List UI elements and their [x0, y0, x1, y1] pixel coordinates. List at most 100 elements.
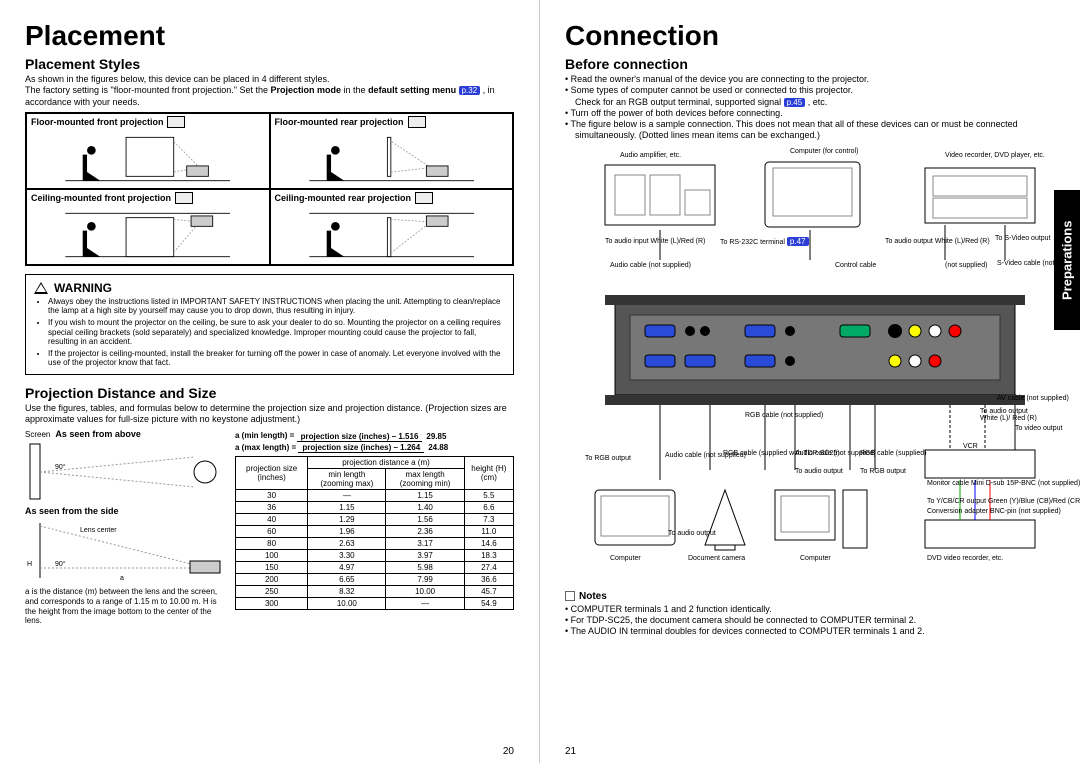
notes-title: Notes: [579, 591, 607, 602]
dl-compctrl: Computer (for control): [790, 148, 858, 156]
dl-toaudio2: To audio output: [795, 468, 843, 476]
projection-table: projection size (inches) projection dist…: [235, 456, 514, 610]
connection-svg: [565, 150, 1055, 585]
styles-p2: The factory setting is "floor-mounted fr…: [25, 85, 514, 108]
formula-min-lhs: a (min length) =: [235, 431, 294, 440]
dl-dvdvcr: DVD video recorder, etc.: [927, 555, 1003, 563]
side-tab-preparations: Preparations: [1054, 190, 1080, 330]
table-row: 2006.657.9936.6: [236, 574, 514, 586]
placement-quadrants: Floor-mounted front projection Floor-mou…: [25, 112, 514, 266]
th-max: max length (zooming min): [386, 469, 464, 490]
table-cell: 45.7: [464, 586, 513, 598]
table-cell: 1.15: [386, 490, 464, 502]
table-cell: 10.00: [308, 598, 386, 610]
table-cell: 3.30: [308, 550, 386, 562]
dl-moncable: Monitor cable Mini D-sub 15P-BNC (not su…: [927, 480, 1080, 488]
ref-p45: p.45: [784, 98, 806, 107]
quad-floor-front: Floor-mounted front projection: [26, 113, 270, 189]
table-cell: 200: [236, 574, 308, 586]
dl-rs232: To RS-232C terminal p.47: [720, 238, 809, 247]
view-above-label: As seen from above: [55, 429, 141, 439]
formula-min-num: projection size (inches) – 1.516: [297, 432, 423, 442]
table-row: 30—1.155.5: [236, 490, 514, 502]
dl-doccam: Document camera: [688, 555, 745, 563]
distance-h2: Projection Distance and Size: [25, 385, 514, 401]
dl-comp1: Computer: [610, 555, 641, 563]
table-row: 30010.00—54.9: [236, 598, 514, 610]
before-item-t: Some types of computer cannot be used or…: [571, 85, 853, 95]
quad-ceiling-rear: Ceiling-mounted rear projection: [270, 189, 514, 265]
formula-max: a (max length) = projection size (inches…: [235, 443, 514, 452]
before-item: The figure below is a sample connection.…: [565, 119, 1055, 142]
warning-list: Always obey the instructions listed in I…: [48, 297, 505, 368]
quad-fr-svg: [277, 133, 506, 185]
formula-max-den: 24.88: [424, 443, 452, 452]
ref-p32: p.32: [459, 86, 481, 95]
dl-torgb1: To RGB output: [585, 455, 631, 463]
quad-cf-svg: [33, 209, 262, 261]
distance-p: Use the figures, tables, and formulas be…: [25, 403, 514, 426]
table-row: 1504.975.9827.4: [236, 562, 514, 574]
table-cell: 150: [236, 562, 308, 574]
th-size: projection size (inches): [236, 457, 308, 490]
dl-ctrlcable: Control cable: [835, 262, 876, 270]
warning-icon: [34, 282, 48, 294]
page-number-right: 21: [565, 746, 576, 757]
table-cell: 1.29: [308, 514, 386, 526]
table-cell: 7.3: [464, 514, 513, 526]
quad-cr-svg: [277, 209, 506, 261]
placement-styles-h2: Placement Styles: [25, 56, 514, 72]
before-conn-h2: Before connection: [565, 56, 1055, 72]
warning-box: WARNING Always obey the instructions lis…: [25, 274, 514, 375]
table-cell: 1.15: [308, 502, 386, 514]
view-side-label: As seen from the side: [25, 506, 225, 516]
table-cell: 1.56: [386, 514, 464, 526]
table-cell: 54.9: [464, 598, 513, 610]
mode-icon: [408, 116, 426, 128]
notes-item: For TDP-SC25, the document camera should…: [565, 615, 1055, 626]
table-cell: 8.32: [308, 586, 386, 598]
notes-item: COMPUTER terminals 1 and 2 function iden…: [565, 604, 1055, 615]
table-cell: 2.36: [386, 526, 464, 538]
distance-section: Projection Distance and Size Use the fig…: [25, 385, 514, 626]
screen-label: Screen: [25, 430, 50, 439]
th-dist: projection distance a (m): [308, 457, 465, 469]
svg-text:Lens center: Lens center: [80, 527, 117, 534]
table-cell: 80: [236, 538, 308, 550]
table-cell: 14.6: [464, 538, 513, 550]
page-right: Connection Before connection Read the ow…: [540, 0, 1080, 763]
dl-videoout: To video output: [1015, 425, 1062, 433]
page-left: Placement Placement Styles As shown in t…: [0, 0, 540, 763]
dl-audioout2: To audio outputWhite (L)/ Red (R): [980, 408, 1037, 423]
table-cell: 7.99: [386, 574, 464, 586]
before-item: Read the owner's manual of the device yo…: [565, 74, 1055, 85]
notes-item: The AUDIO IN terminal doubles for device…: [565, 626, 1055, 637]
styles-p2b: Projection mode: [271, 85, 342, 95]
formula-min: a (min length) = projection size (inches…: [235, 431, 514, 440]
dl-avcable: AV cable (not supplied): [997, 395, 1069, 403]
dl-amp: Audio amplifier, etc.: [620, 152, 681, 160]
styles-p1: As shown in the figures below, this devi…: [25, 74, 514, 85]
table-row: 802.633.1714.6: [236, 538, 514, 550]
notes-header: Notes: [565, 591, 1055, 602]
quad-ff-label: Floor-mounted front projection: [31, 117, 163, 127]
table-cell: 60: [236, 526, 308, 538]
dl-vcr: Video recorder, DVD player, etc.: [945, 152, 1045, 160]
dl-audiocable: Audio cable (not supplied): [610, 262, 691, 270]
dl-torgb2: To RGB output: [860, 468, 906, 476]
mode-icon: [175, 192, 193, 204]
table-cell: —: [308, 490, 386, 502]
quad-floor-rear: Floor-mounted rear projection: [270, 113, 514, 189]
table-cell: 5.5: [464, 490, 513, 502]
warning-title: WARNING: [54, 281, 112, 295]
table-cell: 6.65: [308, 574, 386, 586]
before-item-subend: , etc.: [805, 97, 827, 107]
th-height: height (H) (cm): [464, 457, 513, 490]
table-cell: 6.6: [464, 502, 513, 514]
dl-vcr2: VCR: [963, 443, 978, 451]
dl-rgbns: RGB cable (not supplied): [745, 412, 823, 420]
table-cell: 5.98: [386, 562, 464, 574]
formula-max-num: projection size (inches) – 1.264: [298, 443, 424, 453]
styles-p2d: default setting menu: [368, 85, 459, 95]
before-item-sub: Check for an RGB output terminal, suppor…: [575, 97, 784, 107]
